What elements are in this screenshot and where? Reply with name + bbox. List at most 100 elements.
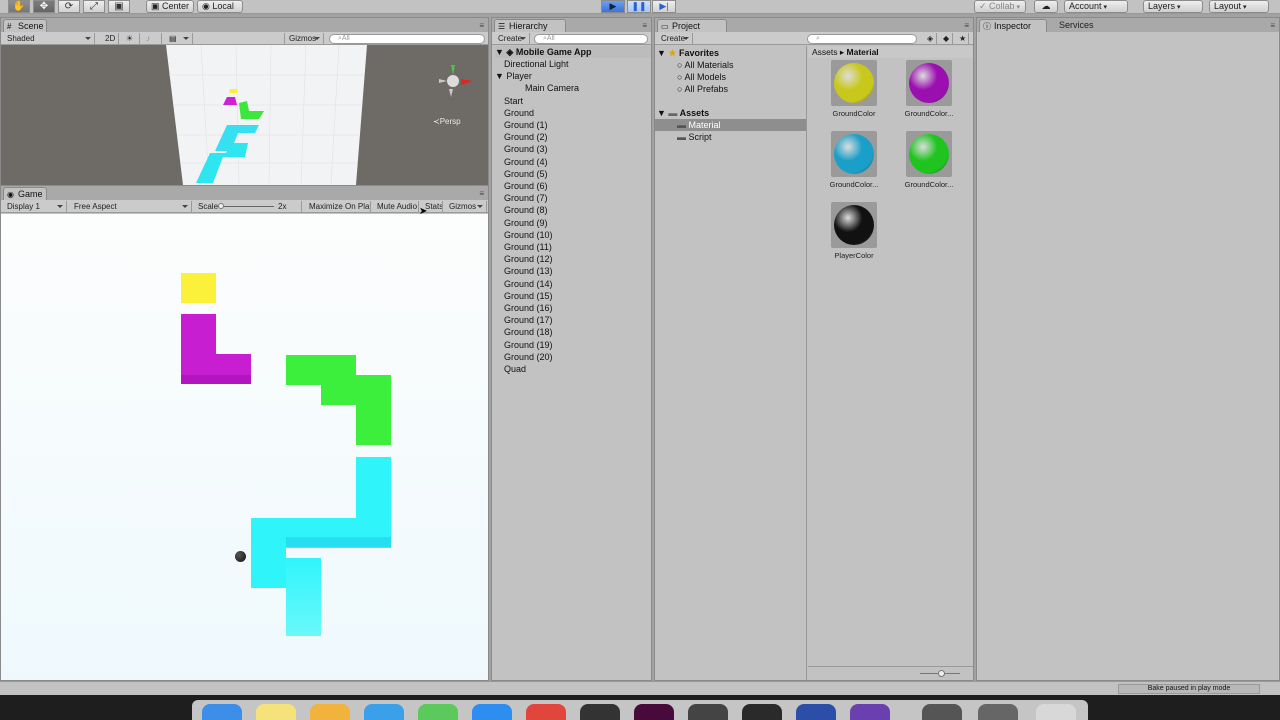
hierarchy-item[interactable]: Ground (3) — [504, 143, 664, 155]
material-asset[interactable]: GroundColor... — [897, 60, 961, 118]
pivot-center-button[interactable]: ▣ Center — [146, 0, 194, 13]
app-icon[interactable] — [796, 704, 836, 720]
visual-studio-icon[interactable] — [850, 704, 890, 720]
scene-gizmos-dropdown[interactable]: Gizmos — [284, 33, 324, 44]
unity-icon[interactable] — [580, 704, 620, 720]
panel-menu-icon[interactable]: ≡ — [964, 21, 969, 30]
scene-root-row[interactable]: ▼ ◈ Mobile Game App — [495, 46, 651, 58]
rotate-icon[interactable]: ⟳ — [58, 0, 80, 13]
account-dropdown[interactable]: Account — [1064, 0, 1128, 13]
effects-icon[interactable]: ▤ — [165, 33, 193, 44]
scene-viewport[interactable]: ≺Persp — [1, 45, 488, 185]
expand-arrow-icon[interactable]: ▼ — [495, 71, 506, 81]
light-icon[interactable]: ☀ — [122, 33, 140, 44]
hierarchy-item[interactable]: Ground (4) — [504, 156, 664, 168]
panel-menu-icon[interactable]: ≡ — [479, 189, 484, 198]
unity-hub-icon[interactable] — [742, 704, 782, 720]
hierarchy-item[interactable]: Quad — [504, 363, 664, 375]
material-asset[interactable]: GroundColor... — [822, 131, 886, 189]
shading-dropdown[interactable]: Shaded — [3, 33, 95, 44]
hierarchy-item[interactable]: Ground (8) — [504, 204, 664, 216]
scale-thumb[interactable] — [218, 203, 224, 209]
material-asset[interactable]: GroundColor... — [897, 131, 961, 189]
tab-scene[interactable]: # Scene — [3, 19, 47, 32]
hierarchy-item[interactable]: Ground (12) — [504, 253, 664, 265]
hierarchy-item[interactable]: Ground (9) — [504, 217, 664, 229]
hierarchy-item[interactable]: Ground (17) — [504, 314, 664, 326]
panel-menu-icon[interactable]: ≡ — [642, 21, 647, 30]
persp-label[interactable]: ≺Persp — [433, 117, 461, 126]
photos-icon[interactable] — [310, 704, 350, 720]
messages-icon[interactable] — [418, 704, 458, 720]
mute-audio-toggle[interactable]: Mute Audio — [373, 201, 419, 212]
breadcrumb-material[interactable]: Material — [847, 47, 879, 57]
hand-icon[interactable]: ✋ — [8, 0, 30, 13]
filter-label-icon[interactable]: ◆ — [939, 33, 953, 44]
tab-inspector[interactable]: ⓘ Inspector — [979, 19, 1047, 32]
2d-toggle[interactable]: 2D — [101, 33, 119, 44]
favorites-header[interactable]: ▼ ★ Favorites — [657, 47, 817, 59]
move-icon[interactable]: ✥ — [33, 0, 55, 13]
hierarchy-item[interactable]: Ground (11) — [504, 241, 664, 253]
aspect-dropdown[interactable]: Free Aspect — [70, 201, 192, 212]
hierarchy-item[interactable]: Ground (19) — [504, 339, 664, 351]
finder-icon[interactable] — [202, 704, 242, 720]
audio-icon[interactable]: ♪ — [142, 33, 162, 44]
assets-header[interactable]: ▼ ▬ Assets — [657, 107, 817, 119]
scene-orientation-gizmo[interactable] — [431, 59, 477, 105]
favorite-star-icon[interactable]: ★ — [955, 33, 969, 44]
hierarchy-item[interactable]: Ground (13) — [504, 265, 664, 277]
hierarchy-create-dropdown[interactable]: Create — [494, 33, 530, 44]
material-asset[interactable]: GroundColor — [822, 60, 886, 118]
pause-button[interactable]: ❚❚ — [627, 0, 651, 13]
hierarchy-item[interactable]: Ground (15) — [504, 290, 664, 302]
zoom-slider-thumb[interactable] — [938, 670, 945, 677]
hierarchy-item[interactable]: Ground (14) — [504, 278, 664, 290]
folder-material[interactable]: ▬ Material — [655, 119, 806, 131]
trash-icon[interactable] — [1036, 704, 1076, 720]
filter-type-icon[interactable]: ◈ — [923, 33, 937, 44]
project-search-input[interactable]: ⌕ — [807, 34, 917, 44]
game-gizmos-dropdown[interactable]: Gizmos — [445, 201, 487, 212]
hierarchy-item[interactable]: Ground (1) — [504, 119, 664, 131]
play-button[interactable]: ▶ — [601, 0, 625, 13]
hierarchy-item[interactable]: Ground (20) — [504, 351, 664, 363]
hierarchy-item[interactable]: Ground — [504, 107, 664, 119]
game-viewport[interactable] — [1, 214, 488, 680]
window-thumb-icon[interactable] — [978, 704, 1018, 720]
scale-slider[interactable]: Scale 2x — [194, 201, 302, 212]
notes-icon[interactable] — [256, 704, 296, 720]
hierarchy-item[interactable]: Ground (16) — [504, 302, 664, 314]
pivot-local-button[interactable]: ◉ Local — [197, 0, 243, 13]
layers-dropdown[interactable]: Layers — [1143, 0, 1203, 13]
appstore-icon[interactable] — [472, 704, 512, 720]
panel-menu-icon[interactable]: ≡ — [479, 21, 484, 30]
maximize-on-play-toggle[interactable]: Maximize On Play — [305, 201, 371, 212]
collab-dropdown[interactable]: ✓ Collab — [974, 0, 1026, 13]
tab-services[interactable]: Services — [1053, 19, 1100, 32]
chrome-icon[interactable] — [526, 704, 566, 720]
safari-icon[interactable] — [364, 704, 404, 720]
hierarchy-search-input[interactable]: ⌕All — [534, 34, 648, 44]
rect-icon[interactable]: ▣ — [108, 0, 130, 13]
step-button[interactable]: ▶| — [652, 0, 676, 13]
xd-icon[interactable] — [634, 704, 674, 720]
hierarchy-item[interactable]: Ground (10) — [504, 229, 664, 241]
hierarchy-item[interactable]: Ground (5) — [504, 168, 664, 180]
scene-search-input[interactable]: ⌕All — [329, 34, 485, 44]
hierarchy-item[interactable]: Ground (7) — [504, 192, 664, 204]
tab-project[interactable]: ▭ Project — [657, 19, 727, 32]
scale-icon[interactable]: ⤢ — [83, 0, 105, 13]
tab-game[interactable]: ◉ Game — [3, 187, 47, 200]
hierarchy-item[interactable]: Ground (6) — [504, 180, 664, 192]
layout-dropdown[interactable]: Layout — [1209, 0, 1269, 13]
panel-menu-icon[interactable]: ≡ — [1270, 21, 1275, 30]
hierarchy-item[interactable]: Start — [504, 95, 664, 107]
display-dropdown[interactable]: Display 1 — [3, 201, 67, 212]
cloud-button[interactable]: ☁ — [1034, 0, 1058, 13]
claquette-icon[interactable] — [688, 704, 728, 720]
breadcrumb-assets[interactable]: Assets — [812, 47, 838, 57]
project-create-dropdown[interactable]: Create — [657, 33, 693, 44]
hierarchy-item[interactable]: Ground (2) — [504, 131, 664, 143]
tab-hierarchy[interactable]: ☰ Hierarchy — [494, 19, 566, 32]
